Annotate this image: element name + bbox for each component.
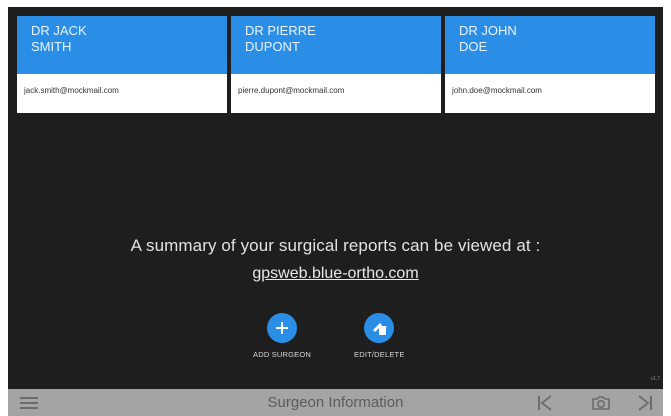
surgeon-cards: Dr JACK SMITH jack.smith@mockmail.com Dr… bbox=[17, 16, 655, 113]
surgeon-name: Dr JACK SMITH bbox=[17, 16, 227, 74]
surgeon-email: john.doe@mockmail.com bbox=[452, 86, 542, 95]
surgeon-email: pierre.dupont@mockmail.com bbox=[238, 86, 345, 95]
next-button[interactable] bbox=[632, 389, 658, 416]
surgeon-email: jack.smith@mockmail.com bbox=[24, 86, 119, 95]
menu-button[interactable] bbox=[16, 389, 42, 416]
previous-button[interactable] bbox=[532, 389, 558, 416]
camera-button[interactable] bbox=[588, 389, 614, 416]
surgeon-card-pierre-dupont[interactable]: Dr PIERRE DUPONT pierre.dupont@mockmail.… bbox=[231, 16, 441, 113]
camera-icon bbox=[592, 395, 610, 410]
next-icon bbox=[638, 394, 652, 411]
surgeon-name-line2: DOE bbox=[459, 39, 488, 54]
screen-title: Surgeon Information bbox=[267, 394, 404, 411]
surgeon-name-line1: Dr PIERRE bbox=[245, 23, 316, 38]
edit-delete-button[interactable]: EDIT/DELETE bbox=[354, 313, 405, 359]
surgeon-card-john-doe[interactable]: Dr JOHN DOE john.doe@mockmail.com bbox=[445, 16, 655, 113]
reports-link[interactable]: gpsweb.blue-ortho.com bbox=[252, 265, 418, 282]
menu-icon bbox=[20, 396, 38, 409]
add-surgeon-label: ADD SURGEON bbox=[253, 350, 312, 359]
surgeon-name-line2: DUPONT bbox=[245, 39, 300, 54]
edit-delete-label: EDIT/DELETE bbox=[354, 350, 405, 359]
surgeon-name: Dr JOHN DOE bbox=[445, 16, 655, 74]
version-label: v1.7 bbox=[650, 376, 660, 382]
bottom-bar: Surgeon Information bbox=[8, 389, 663, 416]
surgeon-name-line1: Dr JACK bbox=[31, 23, 87, 38]
screen: Dr JACK SMITH jack.smith@mockmail.com Dr… bbox=[8, 7, 663, 416]
add-surgeon-button[interactable]: ADD SURGEON bbox=[253, 313, 311, 359]
surgeon-name-line1: Dr JOHN bbox=[459, 23, 517, 38]
edit-delete-icon bbox=[364, 313, 395, 343]
previous-icon bbox=[538, 394, 552, 411]
surgeon-name-line2: SMITH bbox=[31, 39, 72, 54]
surgeon-card-jack-smith[interactable]: Dr JACK SMITH jack.smith@mockmail.com bbox=[17, 16, 227, 113]
summary-text: A summary of your surgical reports can b… bbox=[130, 236, 541, 255]
summary-link-row: gpsweb.blue-ortho.com bbox=[8, 265, 663, 283]
surgeon-name: Dr PIERRE DUPONT bbox=[231, 16, 441, 74]
plus-icon bbox=[267, 313, 298, 343]
